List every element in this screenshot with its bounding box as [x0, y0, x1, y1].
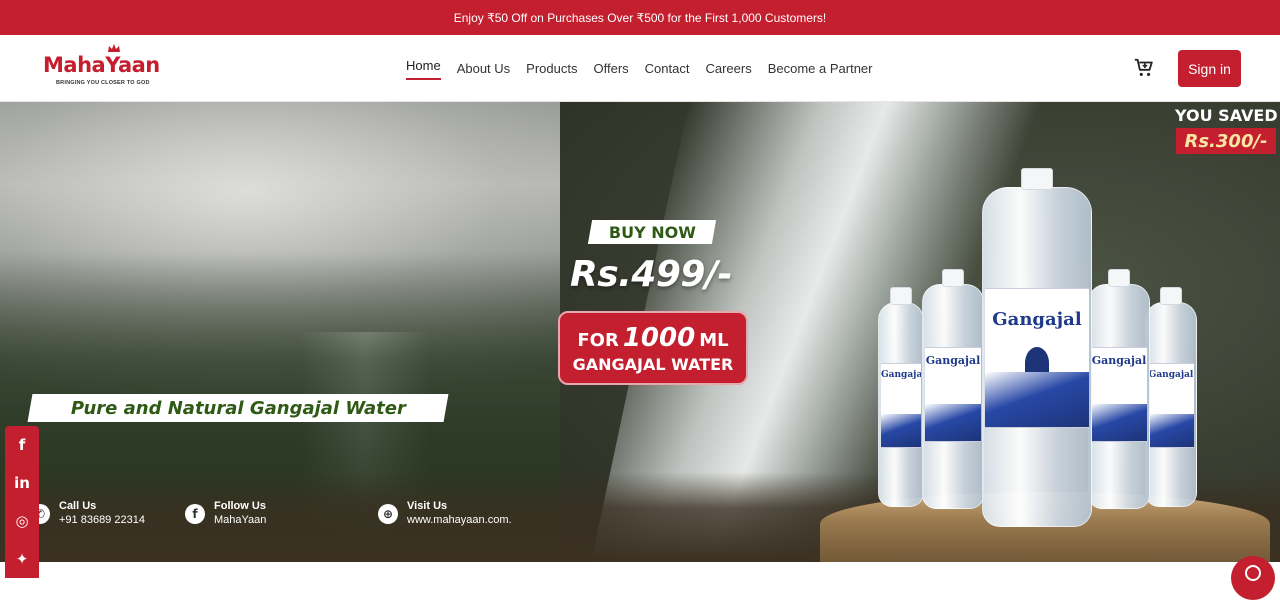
bottle-small-3: Gangajal [1088, 269, 1150, 509]
bottle-brand: Gangajal [881, 370, 921, 380]
nav-products[interactable]: Products [526, 35, 577, 102]
chat-icon [1245, 565, 1261, 581]
contact-visit-value: www.mahayaan.com. [407, 514, 512, 526]
hero-tagline-banner: Pure and Natural Gangajal Water [27, 394, 449, 422]
nav-offers[interactable]: Offers [593, 35, 628, 102]
nav-home[interactable]: Home [406, 35, 441, 102]
bottle-large: Gangajal [982, 168, 1092, 527]
navbar: MahaYaan BRINGING YOU CLOSER TO GOD Home… [0, 35, 1280, 102]
linkedin-icon[interactable]: in [14, 474, 30, 492]
nav-about-us[interactable]: About Us [457, 35, 510, 102]
facebook-icon[interactable]: f [19, 436, 26, 454]
saved-title: YOU SAVED [1175, 106, 1278, 125]
saved-amount: Rs.300/- [1176, 128, 1276, 154]
bottle-label: Gangajal [985, 288, 1089, 428]
logo-tagline: BRINGING YOU CLOSER TO GOD [56, 80, 150, 86]
bottle-label: Gangajal [1091, 347, 1147, 442]
quantity-line: FOR 1000 ML [577, 323, 728, 353]
facebook-icon: f [185, 503, 205, 524]
buy-now-label: BUY NOW [608, 222, 696, 242]
bottle-cap [1021, 168, 1053, 190]
sign-in-button[interactable]: Sign in [1178, 50, 1241, 87]
hero-banner[interactable]: YOU SAVED Rs.300/- BUY NOW Rs.499/- FOR … [0, 102, 1280, 562]
bottle-label: Gangajal [881, 363, 921, 448]
contact-call-title: Call Us [59, 500, 97, 512]
main-nav: Home About Us Products Offers Contact Ca… [406, 35, 873, 102]
globe-icon: ⊕ [378, 503, 398, 524]
bottle-brand: Gangajal [992, 309, 1082, 330]
hero-price: Rs.499/- [570, 254, 733, 295]
bottle-small-1: Gangajal [878, 287, 924, 507]
cart-icon[interactable] [1133, 57, 1155, 79]
contact-visit: ⊕ Visit Us www.mahayaan.com. [378, 500, 512, 527]
bottle-cap [942, 269, 964, 287]
nav-become-partner[interactable]: Become a Partner [768, 35, 873, 102]
contact-follow-title: Follow Us [214, 500, 266, 512]
quantity-unit: ML [699, 329, 729, 351]
nav-contact[interactable]: Contact [645, 35, 690, 102]
product-name: GANGAJAL WATER [572, 354, 734, 374]
quantity-prefix: FOR [577, 329, 619, 351]
bottle-label-wave [1091, 403, 1147, 441]
nav-careers[interactable]: Careers [705, 35, 751, 102]
bottle-small-2: Gangajal [922, 269, 984, 509]
bottle-label: Gangajal [1148, 363, 1194, 448]
instagram-icon[interactable]: ◎ [15, 512, 28, 530]
bottle-label-wave [1148, 413, 1194, 447]
logo-text: MahaYaan [43, 53, 160, 77]
social-sidebar: f in ◎ ✦ [5, 426, 39, 578]
contact-follow-value: MahaYaan [214, 514, 267, 526]
buy-now-tag[interactable]: BUY NOW [587, 220, 717, 244]
contact-follow: f Follow Us MahaYaan [185, 500, 266, 527]
crown-icon [108, 44, 120, 52]
bottle-cap [1108, 269, 1130, 287]
product-image: Gangajal Gangajal Gangajal Gangajal [800, 162, 1280, 562]
contact-visit-title: Visit Us [407, 500, 448, 512]
promo-text: Enjoy ₹50 Off on Purchases Over ₹500 for… [453, 10, 827, 25]
bottle-label: Gangajal [925, 347, 981, 442]
bottle-brand: Gangajal [925, 354, 981, 367]
quantity-value: 1000 [622, 322, 696, 353]
bottle-cap [890, 287, 912, 305]
bottle-cap [1160, 287, 1182, 305]
bottle-small-4: Gangajal [1145, 287, 1197, 507]
bottle-label-wave [881, 413, 921, 447]
twitter-icon[interactable]: ✦ [16, 550, 29, 568]
bottle-label-wave [925, 403, 981, 441]
bottle-brand: Gangajal [1148, 370, 1194, 380]
hero-tagline: Pure and Natural Gangajal Water [70, 397, 406, 419]
contact-call: ✆ Call Us +91 83689 22314 [30, 500, 145, 527]
bottle-brand: Gangajal [1091, 354, 1147, 367]
promo-bar: Enjoy ₹50 Off on Purchases Over ₹500 for… [0, 0, 1280, 35]
bottle-label-wave [985, 371, 1089, 427]
quantity-box: FOR 1000 ML GANGAJAL WATER [558, 311, 748, 385]
contact-call-value: +91 83689 22314 [59, 514, 145, 526]
logo[interactable]: MahaYaan BRINGING YOU CLOSER TO GOD [43, 43, 168, 93]
chat-button[interactable] [1231, 556, 1275, 600]
